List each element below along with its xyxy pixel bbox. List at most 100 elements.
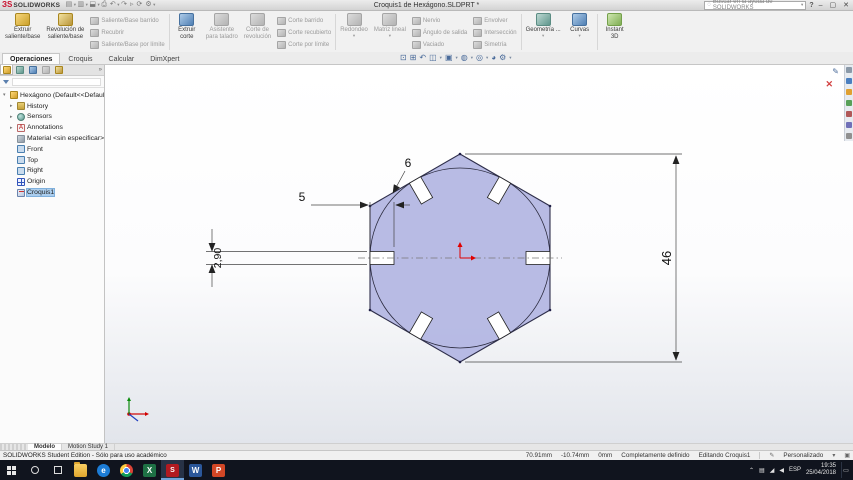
hole-wizard-button[interactable]: Asistente para taladro <box>203 12 241 52</box>
expander-icon[interactable]: ▸ <box>10 103 15 109</box>
mirror-button[interactable]: Simetría <box>473 39 516 50</box>
tree-row-top-plane[interactable]: Top <box>0 155 104 166</box>
filter-funnel-icon[interactable] <box>3 79 9 84</box>
unit-system[interactable]: Personalizado <box>783 452 823 459</box>
view-palette-tab-icon[interactable] <box>846 100 852 106</box>
tree-row-sensors[interactable]: ▸ Sensors <box>0 112 104 123</box>
display-style-dropdown-icon[interactable]: ▾ <box>471 55 473 61</box>
tree-row-material[interactable]: Material <sin especificar> <box>0 133 104 144</box>
dimxpertmanager-tab[interactable] <box>39 65 52 75</box>
unit-system-dropdown-icon[interactable]: ▾ <box>832 452 835 459</box>
chrome-button[interactable] <box>115 460 138 480</box>
boundary-boss-button[interactable]: Saliente/Base por límite <box>90 39 165 50</box>
propertymanager-tab[interactable] <box>13 65 26 75</box>
extrude-cut-button[interactable]: Extruir corte <box>171 12 203 52</box>
edge-button[interactable]: e <box>92 460 115 480</box>
tab-dimxpert[interactable]: DimXpert <box>142 53 187 64</box>
action-center-button[interactable]: ▭ <box>841 462 850 478</box>
tree-row-right-plane[interactable]: Right <box>0 166 104 177</box>
word-button[interactable]: W <box>184 460 207 480</box>
extrude-boss-button[interactable]: Extruir saliente/base <box>2 12 43 52</box>
redo-icon[interactable]: ↷ <box>120 0 129 10</box>
cancel-sketch-icon[interactable]: ✕ <box>825 79 833 90</box>
maximize-button[interactable]: ▢ <box>828 1 839 9</box>
expander-icon[interactable]: ▸ <box>10 114 15 120</box>
minimize-button[interactable]: – <box>817 2 825 9</box>
tray-expand-icon[interactable]: ⌃ <box>749 467 754 474</box>
fillet-button[interactable]: Redondeo ▾ <box>337 12 371 52</box>
expander-icon[interactable]: ▸ <box>10 125 15 131</box>
sketch-canvas[interactable]: 46 2,90 5 6 <box>105 65 853 443</box>
edit-sketch-status-icon[interactable]: ✎ <box>769 452 774 459</box>
boundary-cut-button[interactable]: Corte por límite <box>277 39 331 50</box>
tree-row-origin[interactable]: Origin <box>0 176 104 187</box>
help-search-input[interactable]: ◌ Buscar en la ayuda de SOLIDWORKS ▾ <box>704 0 807 11</box>
save-icon[interactable]: ⬓ <box>88 0 98 10</box>
rebuild-icon[interactable]: ⟳ <box>135 0 144 10</box>
shell-button[interactable]: Vaciado <box>411 39 467 50</box>
rib-button[interactable]: Nervio <box>411 15 467 26</box>
tree-row-front-plane[interactable]: Front <box>0 144 104 155</box>
swept-boss-button[interactable]: Saliente/Base barrido <box>90 15 164 26</box>
open-file-icon[interactable]: ▥ <box>76 0 86 10</box>
appearances-tab-icon[interactable] <box>846 111 852 117</box>
dimension-slot-width-290[interactable]: 2,90 <box>206 229 367 287</box>
edit-appearance-icon[interactable]: ◕ <box>491 53 496 62</box>
linear-pattern-dropdown-icon[interactable]: ▾ <box>389 33 391 38</box>
tab-operaciones[interactable]: Operaciones <box>2 53 61 64</box>
hide-show-dropdown-icon[interactable]: ▾ <box>486 55 488 61</box>
graphics-viewport[interactable]: 46 2,90 5 6 ✎ ✕ <box>105 65 853 443</box>
hide-show-items-icon[interactable]: ◎ <box>476 53 483 62</box>
tag-icon[interactable]: ▣ <box>844 452 850 459</box>
expander-icon[interactable]: ▾ <box>3 92 8 98</box>
draft-button[interactable]: Ángulo de salida <box>411 27 467 38</box>
filter-input[interactable] <box>12 77 101 86</box>
options-icon[interactable]: ⚙ <box>144 0 153 10</box>
section-view-icon[interactable]: ◫ <box>429 53 437 62</box>
battery-icon[interactable]: ▤ <box>759 467 765 474</box>
view-orientation-dropdown-icon[interactable]: ▾ <box>456 55 458 61</box>
tree-row-part[interactable]: ▾ Hexágono (Default<<Default> <box>0 90 104 101</box>
section-view-dropdown-icon[interactable]: ▾ <box>440 55 442 61</box>
revolve-cut-button[interactable]: Corte de revolución <box>241 12 274 52</box>
resources-tab-icon[interactable] <box>846 67 852 73</box>
tree-row-annotations[interactable]: ▸ A Annotations <box>0 122 104 133</box>
tree-row-history[interactable]: ▸ History <box>0 101 104 112</box>
tab-calcular[interactable]: Calcular <box>101 53 143 64</box>
task-view-button[interactable] <box>46 460 69 480</box>
view-settings-dropdown-icon[interactable]: ▾ <box>509 55 511 61</box>
file-explorer-tab-icon[interactable] <box>846 89 852 95</box>
new-file-icon[interactable]: ▤ <box>64 0 74 10</box>
fillet-dropdown-icon[interactable]: ▾ <box>353 33 355 38</box>
options-dropdown-icon[interactable]: ▾ <box>153 2 155 8</box>
configurationmanager-tab[interactable] <box>26 65 39 75</box>
powerpoint-button[interactable]: P <box>207 460 230 480</box>
exit-sketch-icon[interactable]: ✎ <box>832 67 839 76</box>
forum-tab-icon[interactable] <box>846 133 852 139</box>
tab-croquis[interactable]: Croquis <box>60 53 100 64</box>
splitter-handle[interactable] <box>0 444 28 450</box>
view-settings-icon[interactable]: ⚙ <box>499 53 506 62</box>
linear-pattern-button[interactable]: Matriz lineal ▾ <box>371 12 409 52</box>
excel-button[interactable]: X <box>138 460 161 480</box>
close-button[interactable]: ✕ <box>841 1 851 9</box>
file-explorer-button[interactable] <box>69 460 92 480</box>
solidworks-taskbar-button[interactable]: S <box>161 460 184 480</box>
wrap-button[interactable]: Envolver <box>473 15 516 26</box>
swept-cut-button[interactable]: Corte barrido <box>277 15 331 26</box>
instant3d-button[interactable]: Instant 3D <box>599 12 631 52</box>
tree-row-croquis1[interactable]: Croquis1 <box>0 187 104 198</box>
search-dropdown-icon[interactable]: ▾ <box>801 2 803 8</box>
print-icon[interactable]: ⎙ <box>100 0 109 10</box>
volume-icon[interactable]: ◀ <box>779 467 784 474</box>
help-icon[interactable]: ? <box>809 2 813 9</box>
custom-properties-tab-icon[interactable] <box>846 122 852 128</box>
intersect-button[interactable]: Intersección <box>473 27 517 38</box>
view-orientation-icon[interactable]: ▣ <box>445 53 453 62</box>
loft-boss-button[interactable]: Recubrir <box>90 27 164 38</box>
design-library-tab-icon[interactable] <box>846 78 852 84</box>
network-icon[interactable]: ◢ <box>770 467 775 474</box>
curves-button[interactable]: Curvas ▾ <box>564 12 596 52</box>
reference-geometry-button[interactable]: Geometría ... ▾ <box>523 12 564 52</box>
panel-chevron-icon[interactable]: » <box>99 67 102 73</box>
